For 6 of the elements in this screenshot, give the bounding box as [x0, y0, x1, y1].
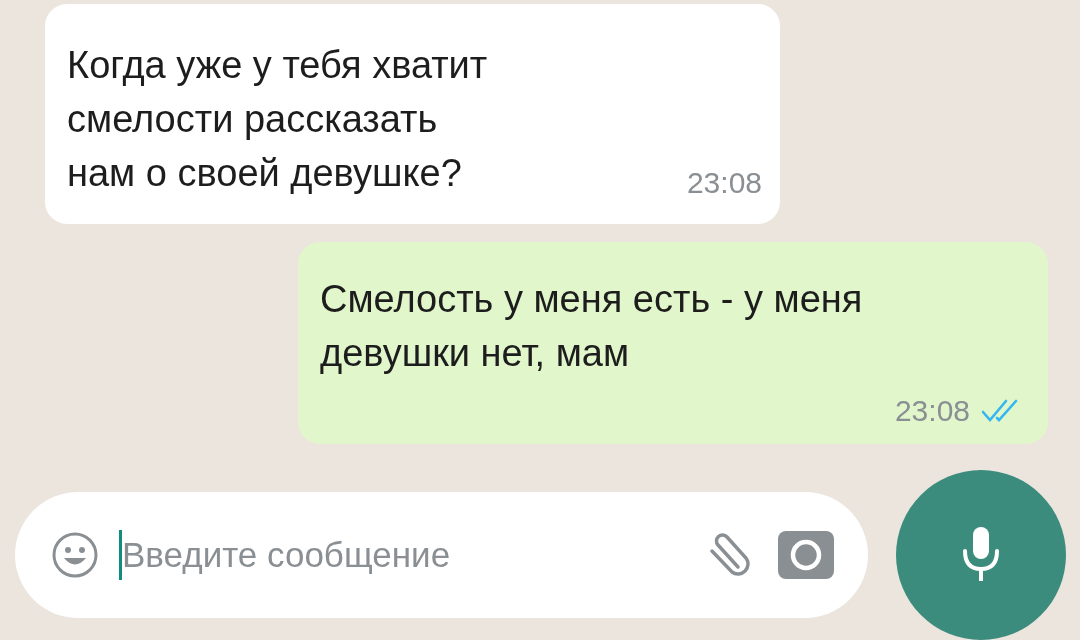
- message-time: 23:08: [686, 166, 762, 200]
- message-text: Когда уже у тебя хватит смелости рассказать нам о своей девушке?: [67, 43, 489, 196]
- message-time: 23:08: [894, 394, 970, 428]
- message-input-field[interactable]: Введите сообщение: [122, 535, 680, 575]
- message-text: Смелость у меня есть - у меня девушки нет, мам: [320, 277, 864, 376]
- emoji-icon[interactable]: [51, 531, 99, 579]
